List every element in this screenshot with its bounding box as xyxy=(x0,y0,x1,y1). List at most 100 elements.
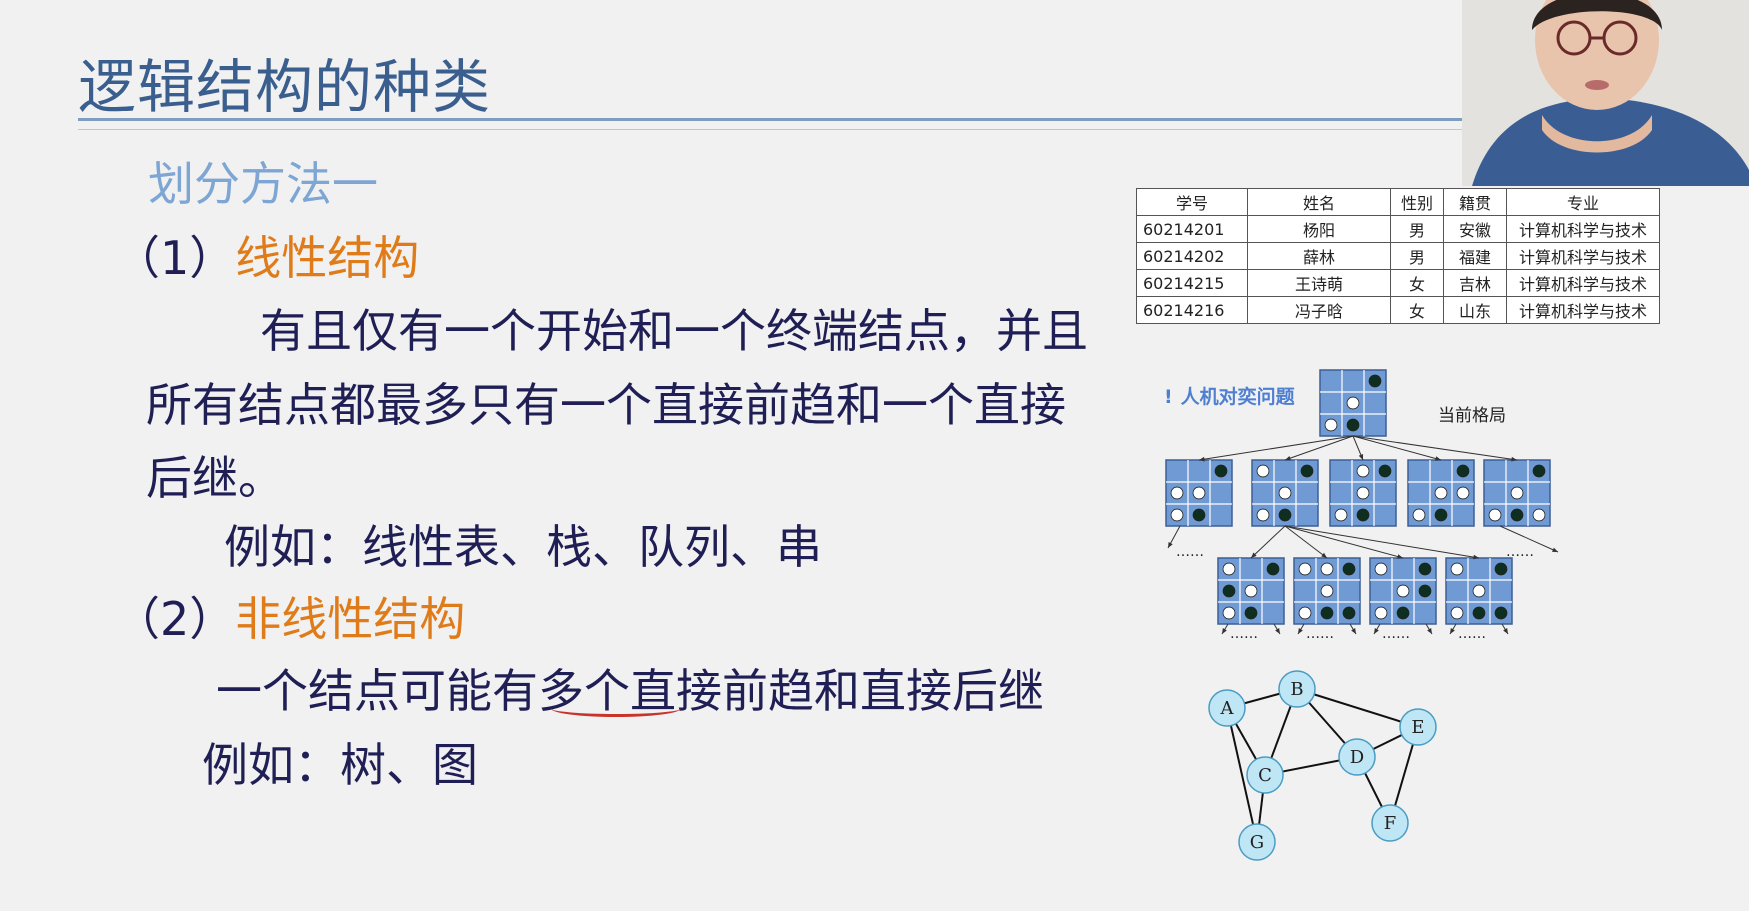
node-label: D xyxy=(1350,747,1364,768)
white-piece xyxy=(1324,418,1338,432)
node-label: B xyxy=(1290,679,1303,700)
black-piece xyxy=(1222,584,1236,598)
board xyxy=(1407,459,1475,527)
presentation-slide: 逻辑结构的种类 划分方法一 （1）线性结构 有且仅有一个开始和一个终端结点，并且… xyxy=(0,0,1749,911)
arrow-head xyxy=(1222,628,1227,634)
tree-edge xyxy=(1284,435,1354,461)
arrow-head xyxy=(1298,628,1303,634)
white-piece xyxy=(1356,464,1370,478)
black-piece xyxy=(1342,606,1356,620)
tree-edge xyxy=(1284,525,1404,559)
white-piece xyxy=(1256,508,1270,522)
white-piece xyxy=(1472,584,1486,598)
black-piece xyxy=(1244,606,1258,620)
black-piece xyxy=(1342,562,1356,576)
black-piece xyxy=(1434,508,1448,522)
black-piece xyxy=(1456,464,1470,478)
graph-node: A xyxy=(1208,689,1246,727)
white-piece xyxy=(1396,584,1410,598)
white-piece xyxy=(1374,606,1388,620)
arrow-head xyxy=(1351,628,1356,634)
graph-diagram: A B C D E F G xyxy=(1208,670,1437,861)
white-piece xyxy=(1334,508,1348,522)
board xyxy=(1329,459,1397,527)
tree-edge xyxy=(1284,525,1328,559)
graph-node: D xyxy=(1338,738,1376,776)
white-piece xyxy=(1222,562,1236,576)
white-piece xyxy=(1320,584,1334,598)
white-piece xyxy=(1256,464,1270,478)
board xyxy=(1369,557,1437,625)
ellipsis-text: …… xyxy=(1506,544,1534,560)
node-label: G xyxy=(1250,832,1264,853)
graph-node: G xyxy=(1238,823,1276,861)
black-piece xyxy=(1368,374,1382,388)
board xyxy=(1251,459,1319,527)
graph-node: E xyxy=(1399,708,1437,746)
arrow-head xyxy=(1450,628,1455,634)
graph-node: C xyxy=(1246,756,1284,794)
black-piece xyxy=(1396,606,1410,620)
black-piece xyxy=(1510,508,1524,522)
white-piece xyxy=(1356,486,1370,500)
black-piece xyxy=(1418,562,1432,576)
white-piece xyxy=(1170,508,1184,522)
white-piece xyxy=(1170,486,1184,500)
board xyxy=(1293,557,1361,625)
white-piece xyxy=(1320,562,1334,576)
white-piece xyxy=(1434,486,1448,500)
ellipsis-text: …… xyxy=(1306,626,1334,642)
arrow-head xyxy=(1427,628,1432,634)
white-piece xyxy=(1192,486,1206,500)
white-piece xyxy=(1298,562,1312,576)
black-piece xyxy=(1278,508,1292,522)
black-piece xyxy=(1494,562,1508,576)
white-piece xyxy=(1532,508,1546,522)
black-piece xyxy=(1346,418,1360,432)
board xyxy=(1483,459,1551,527)
white-piece xyxy=(1346,396,1360,410)
ellipsis-text: …… xyxy=(1382,626,1410,642)
black-piece xyxy=(1356,508,1370,522)
black-piece xyxy=(1320,606,1334,620)
arrow-head xyxy=(1503,628,1508,634)
webcam-overlay xyxy=(1462,0,1749,186)
board xyxy=(1165,459,1233,527)
white-piece xyxy=(1298,606,1312,620)
black-piece xyxy=(1192,508,1206,522)
game-tree-diagram: …… …… …… …… …… …… xyxy=(1165,369,1559,642)
tree-edge xyxy=(1284,525,1480,559)
tree-edge xyxy=(1352,435,1442,461)
node-label: C xyxy=(1258,765,1272,786)
black-piece xyxy=(1418,584,1432,598)
arrow-head xyxy=(1275,628,1280,634)
ellipsis-text: …… xyxy=(1458,626,1486,642)
white-piece xyxy=(1278,486,1292,500)
arrow-head xyxy=(1285,455,1291,461)
graph-node: B xyxy=(1278,670,1316,708)
white-piece xyxy=(1244,584,1258,598)
white-piece xyxy=(1456,486,1470,500)
black-piece xyxy=(1378,464,1392,478)
board xyxy=(1319,369,1387,437)
board xyxy=(1445,557,1513,625)
presenter-video-icon xyxy=(1462,0,1749,186)
arrow-head xyxy=(1374,628,1379,634)
white-piece xyxy=(1222,606,1236,620)
white-piece xyxy=(1488,508,1502,522)
white-piece xyxy=(1412,508,1426,522)
arrow-head xyxy=(1358,454,1364,460)
black-piece xyxy=(1532,464,1546,478)
white-piece xyxy=(1450,562,1464,576)
white-piece xyxy=(1510,486,1524,500)
black-piece xyxy=(1300,464,1314,478)
node-label: E xyxy=(1411,717,1424,738)
tree-edge xyxy=(1198,435,1354,461)
arrow-head xyxy=(1321,552,1327,558)
white-piece xyxy=(1450,606,1464,620)
graph-edge xyxy=(1296,688,1419,728)
node-label: F xyxy=(1384,813,1397,834)
tree-edge xyxy=(1250,525,1286,559)
ellipsis-text: …… xyxy=(1176,544,1204,560)
black-piece xyxy=(1472,606,1486,620)
